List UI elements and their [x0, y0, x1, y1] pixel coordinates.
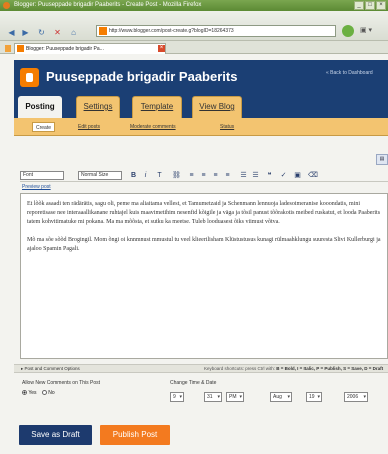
comments-label: Allow New Comments on This Post [22, 380, 100, 386]
tab-view-blog[interactable]: View Blog [192, 96, 242, 118]
align-right-icon[interactable]: ≡ [212, 171, 219, 180]
hour-select[interactable]: 9 [170, 392, 184, 402]
post-body-editor[interactable]: Et lõõk asaadi ten rädärätis, sagu oli, … [20, 193, 388, 359]
align-justify-icon[interactable]: ≡ [224, 171, 231, 180]
ampm-select[interactable]: PM [226, 392, 244, 402]
go-icon[interactable] [342, 25, 354, 37]
bold-icon[interactable]: B [130, 171, 137, 180]
post-paragraph: Mõ ma sõe sõõd Brogingil. Mom õngi oi kn… [27, 237, 381, 252]
address-bar[interactable]: http://www.blogger.com/post-create.g?blo… [96, 25, 336, 37]
site-favicon-icon [99, 27, 107, 35]
subtab-moderate-comments[interactable]: Moderate comments [130, 122, 176, 132]
blockquote-icon[interactable]: ❝ [266, 171, 273, 180]
italic-icon[interactable]: i [142, 171, 149, 180]
comments-no-radio[interactable] [41, 390, 47, 396]
post-options-toggle[interactable]: ▸ Post and Comment Options [21, 365, 80, 373]
blog-title: Puuseppade brigadir Paaberits [46, 69, 238, 84]
formatting-toolbar: Font Normal Size B i T ⛓ ≡ ≡ ≡ ≡ ☰ ☰ ❝ ✓… [20, 170, 388, 182]
image-icon[interactable]: ▣ [294, 171, 301, 180]
browser-tab-active[interactable]: Blogger: Puuseppade brigadir Pa... [14, 43, 166, 54]
blogger-favicon-icon [17, 45, 24, 52]
post-editor-area: ▤ Font Normal Size B i T ⛓ ≡ ≡ ≡ ≡ ☰ ☰ ❝… [14, 136, 388, 364]
comments-yes-label: Yes [28, 390, 37, 396]
stop-icon[interactable]: ✕ [52, 28, 63, 37]
close-tab-icon[interactable]: × [158, 45, 165, 52]
subtab-create[interactable]: Create [32, 122, 56, 132]
bullet-list-icon[interactable]: ☰ [252, 171, 259, 180]
minute-select[interactable]: 31 [204, 392, 222, 402]
minimize-button[interactable]: _ [354, 1, 364, 10]
tab-settings[interactable]: Settings [76, 96, 120, 118]
post-options-bar: ▸ Post and Comment Options Keyboard shor… [14, 364, 388, 373]
back-to-dashboard-link[interactable]: « Back to Dashboard [326, 70, 373, 76]
browser-window: Blogger: Puuseppade brigadir Paaberits -… [0, 0, 388, 454]
window-controls: _ □ × [354, 1, 386, 10]
month-select[interactable]: Aug [270, 392, 292, 402]
shortcuts-text: Keyboard shortcuts: press Ctrl with: [204, 366, 276, 371]
tab-posting[interactable]: Posting [18, 96, 62, 119]
preview-post-link[interactable]: Preview post [22, 184, 51, 190]
text-color-icon[interactable]: T [156, 171, 163, 180]
window-title: Blogger: Puuseppade brigadir Paaberits -… [14, 2, 202, 8]
tab-template[interactable]: Template [132, 96, 182, 118]
post-paragraph: Et lõõk asaadi ten rädärätis, sagu oli, … [27, 201, 381, 225]
sub-tabs: Create Edit posts Moderate comments Stat… [14, 118, 388, 136]
remove-format-icon[interactable]: ⌫ [308, 171, 318, 180]
comments-yes-radio[interactable] [22, 390, 27, 396]
year-select[interactable]: 2006 [344, 392, 368, 402]
link-icon[interactable]: ⛓ [172, 171, 181, 180]
font-size-select[interactable]: Normal Size [78, 171, 122, 180]
comments-radio-group: Yes No [22, 390, 55, 396]
align-center-icon[interactable]: ≡ [200, 171, 207, 180]
save-as-draft-button[interactable]: Save as Draft [19, 425, 92, 445]
reload-icon[interactable]: ↻ [36, 28, 47, 37]
font-select[interactable]: Font [20, 171, 64, 180]
align-left-icon[interactable]: ≡ [188, 171, 195, 180]
close-window-button[interactable]: × [376, 1, 386, 10]
edit-html-button[interactable]: ▤ [376, 154, 388, 165]
day-select[interactable]: 19 [306, 392, 322, 402]
publish-post-button[interactable]: Publish Post [100, 425, 170, 445]
window-titlebar: Blogger: Puuseppade brigadir Paaberits -… [0, 0, 388, 11]
back-icon[interactable]: ◀ [6, 28, 17, 37]
tab-list-icon[interactable] [5, 45, 11, 52]
maximize-button[interactable]: □ [365, 1, 375, 10]
navigation-toolbar: ◀ ▶ ↻ ✕ ⌂ http://www.blogger.com/post-cr… [0, 11, 388, 41]
subtab-status[interactable]: Status [220, 122, 234, 132]
date-label: Change Time & Date [170, 380, 217, 386]
url-text: http://www.blogger.com/post-create.g?blo… [109, 28, 234, 34]
subtab-edit-posts[interactable]: Edit posts [78, 122, 100, 132]
comments-no-label: No [48, 390, 55, 396]
home-icon[interactable]: ⌂ [68, 28, 79, 37]
numbered-list-icon[interactable]: ☰ [240, 171, 247, 180]
forward-icon[interactable]: ▶ [20, 28, 31, 37]
browser-tabstrip: Blogger: Puuseppade brigadir Pa... [0, 41, 388, 54]
firefox-icon [3, 2, 10, 9]
browser-tab-title: Blogger: Puuseppade brigadir Pa... [26, 46, 104, 52]
search-engine-icon[interactable]: ▣ ▾ [360, 26, 384, 36]
shortcuts-keys: B = Bold, I = Italic, P = Publish, S = S… [276, 366, 384, 371]
keyboard-shortcuts-hint: Keyboard shortcuts: press Ctrl with: B =… [204, 365, 383, 373]
spellcheck-icon[interactable]: ✓ [280, 171, 287, 180]
blogger-logo-icon[interactable] [20, 68, 39, 87]
